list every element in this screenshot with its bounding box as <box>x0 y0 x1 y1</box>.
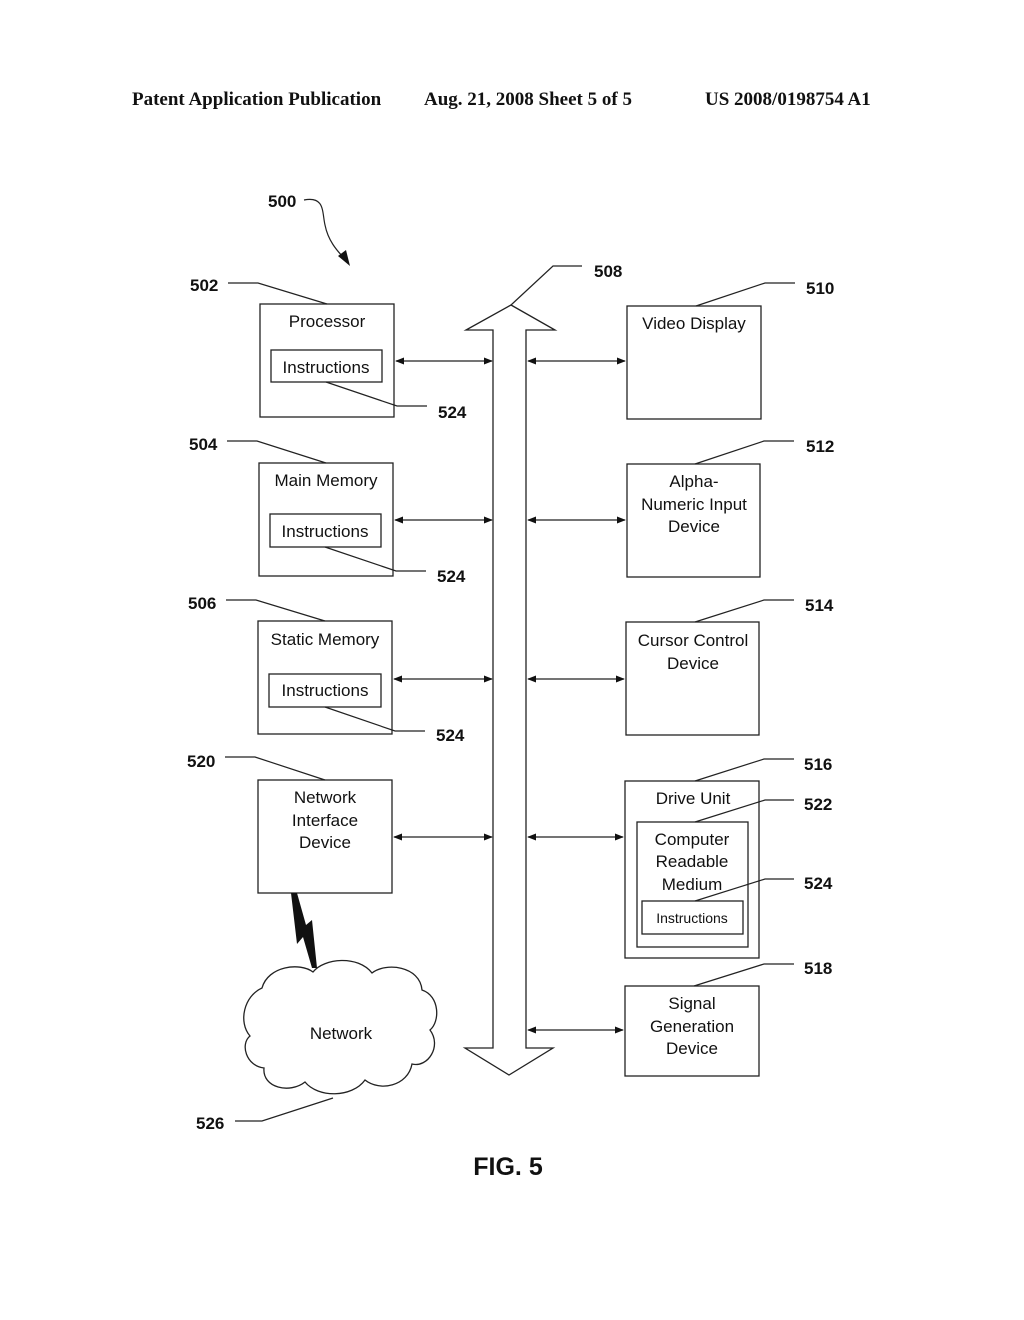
processor-block: Processor Instructions <box>259 303 395 418</box>
medium-label-line-1: Computer <box>655 830 730 849</box>
medium-label-line-3: Medium <box>662 875 722 894</box>
leader-506 <box>226 599 326 622</box>
leader-508 <box>510 265 582 306</box>
signal-label-line-3: Device <box>666 1039 718 1058</box>
signal-label-line-1: Signal <box>668 994 715 1013</box>
cursor-control-label-line-1: Cursor Control <box>638 631 749 650</box>
ref-524-b: 524 <box>437 567 466 586</box>
leader-510 <box>695 282 795 307</box>
static-memory-instructions-label: Instructions <box>282 681 369 700</box>
medium-label-line-2: Readable <box>656 852 729 871</box>
leader-526 <box>235 1097 334 1122</box>
leader-512 <box>694 440 794 465</box>
cursor-control-block: Cursor Control Device <box>625 621 760 736</box>
signal-generation-block: Signal Generation Device <box>624 985 760 1077</box>
wireless-link-icon <box>291 893 317 968</box>
ref-512: 512 <box>806 437 834 456</box>
signal-label-line-2: Generation <box>650 1017 734 1036</box>
cursor-control-label-line-2: Device <box>667 654 719 673</box>
video-display-label: Video Display <box>642 314 746 333</box>
alphanumeric-input-block: Alpha- Numeric Input Device <box>626 463 761 578</box>
video-display-block: Video Display <box>626 305 762 420</box>
leader-502 <box>228 282 328 305</box>
static-memory-label: Static Memory <box>271 630 380 649</box>
ref-518: 518 <box>804 959 832 978</box>
leader-518 <box>693 963 794 987</box>
network-label: Network <box>310 1024 373 1043</box>
arrowhead-500-icon <box>338 250 350 266</box>
nid-label-line-2: Interface <box>292 811 358 830</box>
ref-524-a: 524 <box>438 403 467 422</box>
drive-unit-label: Drive Unit <box>656 789 731 808</box>
leader-520 <box>225 756 326 781</box>
ref-502: 502 <box>190 276 218 295</box>
system-bus <box>462 304 558 1076</box>
alphanumeric-label-line-2: Numeric Input <box>641 495 747 514</box>
figure-caption: FIG. 5 <box>473 1153 543 1181</box>
drive-unit-block: Drive Unit Computer Readable Medium Inst… <box>624 780 760 959</box>
nid-label-line-1: Network <box>294 788 357 807</box>
drive-instructions-label: Instructions <box>656 910 728 926</box>
ref-504: 504 <box>189 435 218 454</box>
main-memory-label: Main Memory <box>275 471 378 490</box>
ref-510: 510 <box>806 279 834 298</box>
main-memory-instructions-label: Instructions <box>282 522 369 541</box>
nid-label-line-3: Device <box>299 833 351 852</box>
ref-508: 508 <box>594 262 622 281</box>
ref-520: 520 <box>187 752 215 771</box>
leader-516 <box>694 758 794 782</box>
static-memory-block: Static Memory Instructions <box>257 620 393 735</box>
ref-506: 506 <box>188 594 216 613</box>
processor-label: Processor <box>289 312 366 331</box>
figure-diagram: 500 508 Processor Instructions 502 524 M… <box>187 192 834 1181</box>
leader-500 <box>303 198 347 261</box>
ref-516: 516 <box>804 755 832 774</box>
ref-522: 522 <box>804 795 832 814</box>
alphanumeric-label-line-1: Alpha- <box>669 472 718 491</box>
processor-instructions-label: Instructions <box>283 358 370 377</box>
alphanumeric-label-line-3: Device <box>668 517 720 536</box>
leader-504 <box>227 440 327 464</box>
network-interface-block: Network Interface Device <box>257 779 393 894</box>
main-memory-block: Main Memory Instructions <box>258 462 394 577</box>
leader-514 <box>694 599 794 623</box>
ref-526: 526 <box>196 1114 224 1133</box>
ref-514: 514 <box>805 596 834 615</box>
ref-500: 500 <box>268 192 296 211</box>
ref-524-c: 524 <box>436 726 465 745</box>
ref-524-d: 524 <box>804 874 833 893</box>
